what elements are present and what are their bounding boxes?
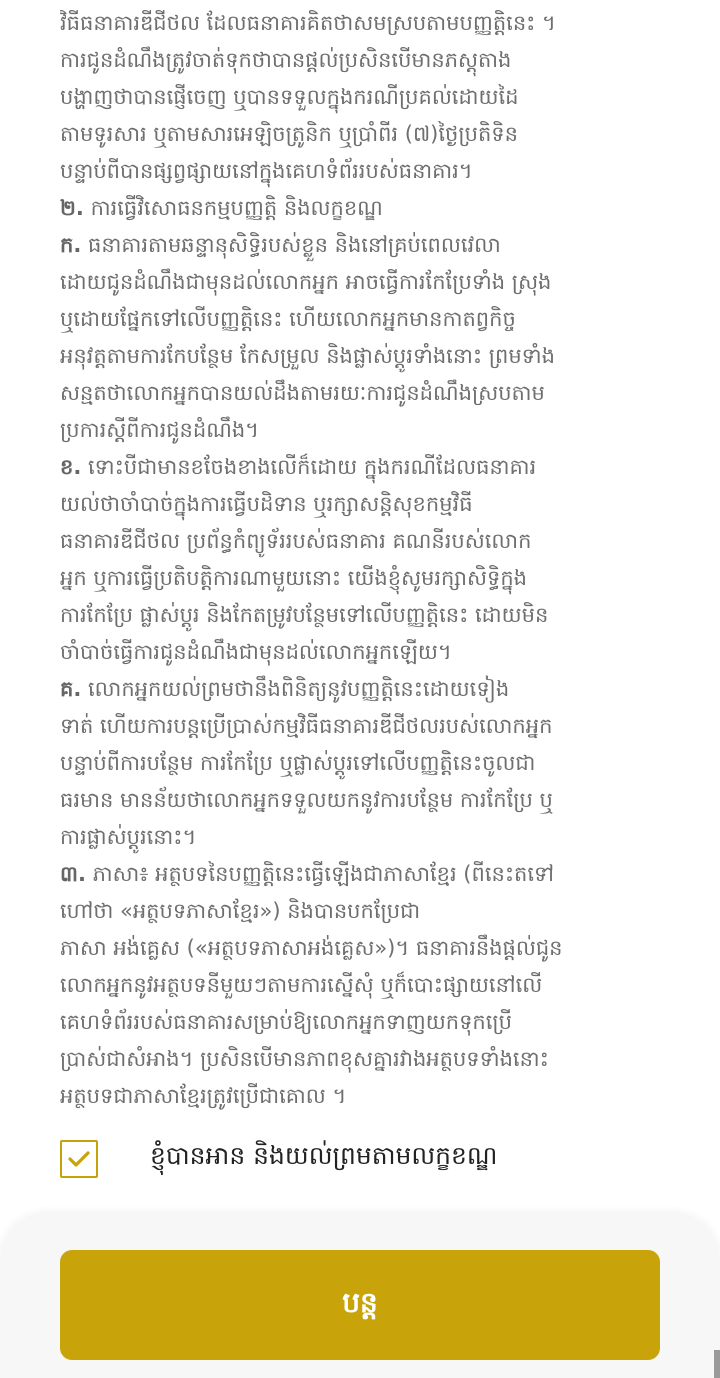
terms-line: សន្មតថាលោកអ្នកបានយល់ដឹងតាមរយៈការជូនដំណឹង… — [60, 381, 545, 405]
terms-line: ការផ្លាស់ប្តូរនោះ។ — [60, 825, 197, 849]
terms-line: ភាសា អង់គ្លេស («អត្ថបទភាសាអង់គ្លេស»)។ ធន… — [60, 936, 563, 960]
agree-label[interactable]: ខ្ញុំបានអាន និងយល់ព្រមតាមលក្ខខណ្ឌ — [150, 1141, 497, 1177]
section-number: ខ. — [60, 455, 82, 479]
terms-line: ធនាគារឌីជីថល ប្រព័ន្ធកំព្យូទ័ររបស់ធនាគារ… — [60, 529, 532, 553]
agree-checkbox[interactable] — [60, 1140, 98, 1178]
terms-line: បន្ទាប់ពីការបន្ថែម ការកែប្រែ ឬផ្លាស់ប្តូ… — [60, 751, 536, 775]
terms-line: វិធីធនាគារឌីជីថល ដែលធនាគារគិតថាសមស្របតាម… — [60, 11, 556, 35]
terms-line: ការកែប្រែ ផ្លាស់ប្តូរ និងកែតម្រូវបន្ថែមទ… — [60, 603, 549, 627]
section-2-heading: ២. ការធ្វើវិសោធនកម្មបញ្ញត្តិ និងលក្ខខណ្ឌ — [60, 190, 660, 227]
checkmark-icon — [68, 1151, 90, 1167]
paragraph-text: ធនាគារតាមឆន្ទានុសិទ្ធិរបស់ខ្លួន និងនៅគ្រ… — [88, 233, 501, 257]
terms-line: ចាំបាច់ធ្វើការជូនដំណឹងជាមុនដល់លោកអ្នកឡើយ… — [60, 640, 452, 664]
section-number: ក. — [60, 233, 82, 257]
terms-line: ប្រាស់ជាសំអាង។ ប្រសិនបើមានភាពខុសគ្នារវាង… — [60, 1047, 549, 1071]
terms-line: យល់ថាចាំបាច់ក្នុងការធ្វើបដិទាន ឬរក្សាសន្… — [60, 492, 473, 516]
section-3-first: ៣. ភាសា៖ អត្ថបទនៃបញ្ញត្តិនេះធ្វើឡើងជាភាស… — [60, 856, 660, 893]
section-2c-first: គ. លោកអ្នកយល់ព្រមថានឹងពិនិត្យនូវបញ្ញត្តិ… — [60, 671, 660, 708]
terms-line: លោកអ្នកនូវអត្ថបទនីមួយៗតាមការស្នើសុំ ឬក៏ប… — [60, 973, 543, 997]
section-title: ការធ្វើវិសោធនកម្មបញ្ញត្តិ និងលក្ខខណ្ឌ — [90, 196, 383, 220]
terms-line: តាមទូរសារ ឬតាមសារអេឡិចត្រូនិក ឬប្រាំពីរ … — [60, 122, 518, 146]
terms-line: អត្ថបទជាភាសាខ្មែរត្រូវប្រើជាគោល ។ — [60, 1084, 347, 1108]
terms-line: ប្រការស្តីពីការជូនដំណឹង។ — [60, 418, 260, 442]
terms-line: អ្នក ឬការធ្វើប្រតិបត្តិការណាមួយនោះ យើងខ្… — [60, 566, 527, 590]
agree-terms-row[interactable]: ខ្ញុំបានអាន និងយល់ព្រមតាមលក្ខខណ្ឌ — [60, 1138, 660, 1180]
terms-line: ឬដោយផ្នែកទៅលើបញ្ញត្តិនេះ ហើយលោកអ្នកមានកា… — [60, 307, 516, 331]
section-number: គ. — [60, 677, 82, 701]
section-2b-first: ខ. ទោះបីជាមានខចែងខាងលើក៏ដោយ ក្នុងករណីដែល… — [60, 449, 660, 486]
terms-text[interactable]: វិធីធនាគារឌីជីថល ដែលធនាគារគិតថាសមស្របតាម… — [60, 0, 660, 1115]
terms-line: ហៅថា «អត្ថបទភាសាខ្មែរ») និងបានបកប្រែជា — [60, 899, 421, 923]
terms-line: ដោយជូនដំណឹងជាមុនដល់លោកអ្នក អាចធ្វើការកែប… — [60, 270, 552, 294]
continue-button[interactable]: បន្ត — [60, 1250, 660, 1360]
section-number: ២. — [60, 196, 84, 220]
terms-line: អនុវត្តតាមការកែបន្ថែម កែសម្រួល និងផ្លាស់… — [60, 344, 555, 368]
bottom-action-panel: បន្ត — [0, 1214, 720, 1378]
paragraph-text: ទោះបីជាមានខចែងខាងលើក៏ដោយ ក្នុងករណីដែលធនា… — [88, 455, 537, 479]
terms-line: បង្ហាញថាបានផ្ញើចេញ ឬបានទទួលក្នុងករណីប្រគ… — [60, 85, 519, 109]
terms-line: គេហទំព័ររបស់ធនាគារសម្រាប់ឱ្យលោកអ្នកទាញយក… — [60, 1010, 512, 1034]
terms-line: បន្ទាប់ពីបានផ្សព្វផ្សាយនៅក្នុងគេហទំព័ររប… — [60, 159, 473, 183]
terms-line: ធរមាន មានន័យថាលោកអ្នកទទួលយកនូវការបន្ថែម … — [60, 788, 553, 812]
terms-line: ទាត់ ហើយការបន្តប្រើប្រាស់កម្មវិធីធនាគារឌ… — [60, 714, 553, 738]
paragraph-text: ភាសា៖ អត្ថបទនៃបញ្ញត្តិនេះធ្វើឡើងជាភាសាខ្… — [92, 862, 555, 886]
paragraph-text: លោកអ្នកយល់ព្រមថានឹងពិនិត្យនូវបញ្ញត្តិនេះ… — [88, 677, 510, 701]
section-number: ៣. — [60, 862, 86, 886]
terms-line: ការជូនដំណឹងត្រូវចាត់ទុកថាបានផ្តល់ប្រសិនប… — [60, 48, 512, 72]
scrollbar-thumb[interactable] — [714, 1350, 720, 1378]
terms-screen: វិធីធនាគារឌីជីថល ដែលធនាគារគិតថាសមស្របតាម… — [0, 0, 720, 1378]
section-2a-first: ក. ធនាគារតាមឆន្ទានុសិទ្ធិរបស់ខ្លួន និងនៅ… — [60, 227, 660, 264]
